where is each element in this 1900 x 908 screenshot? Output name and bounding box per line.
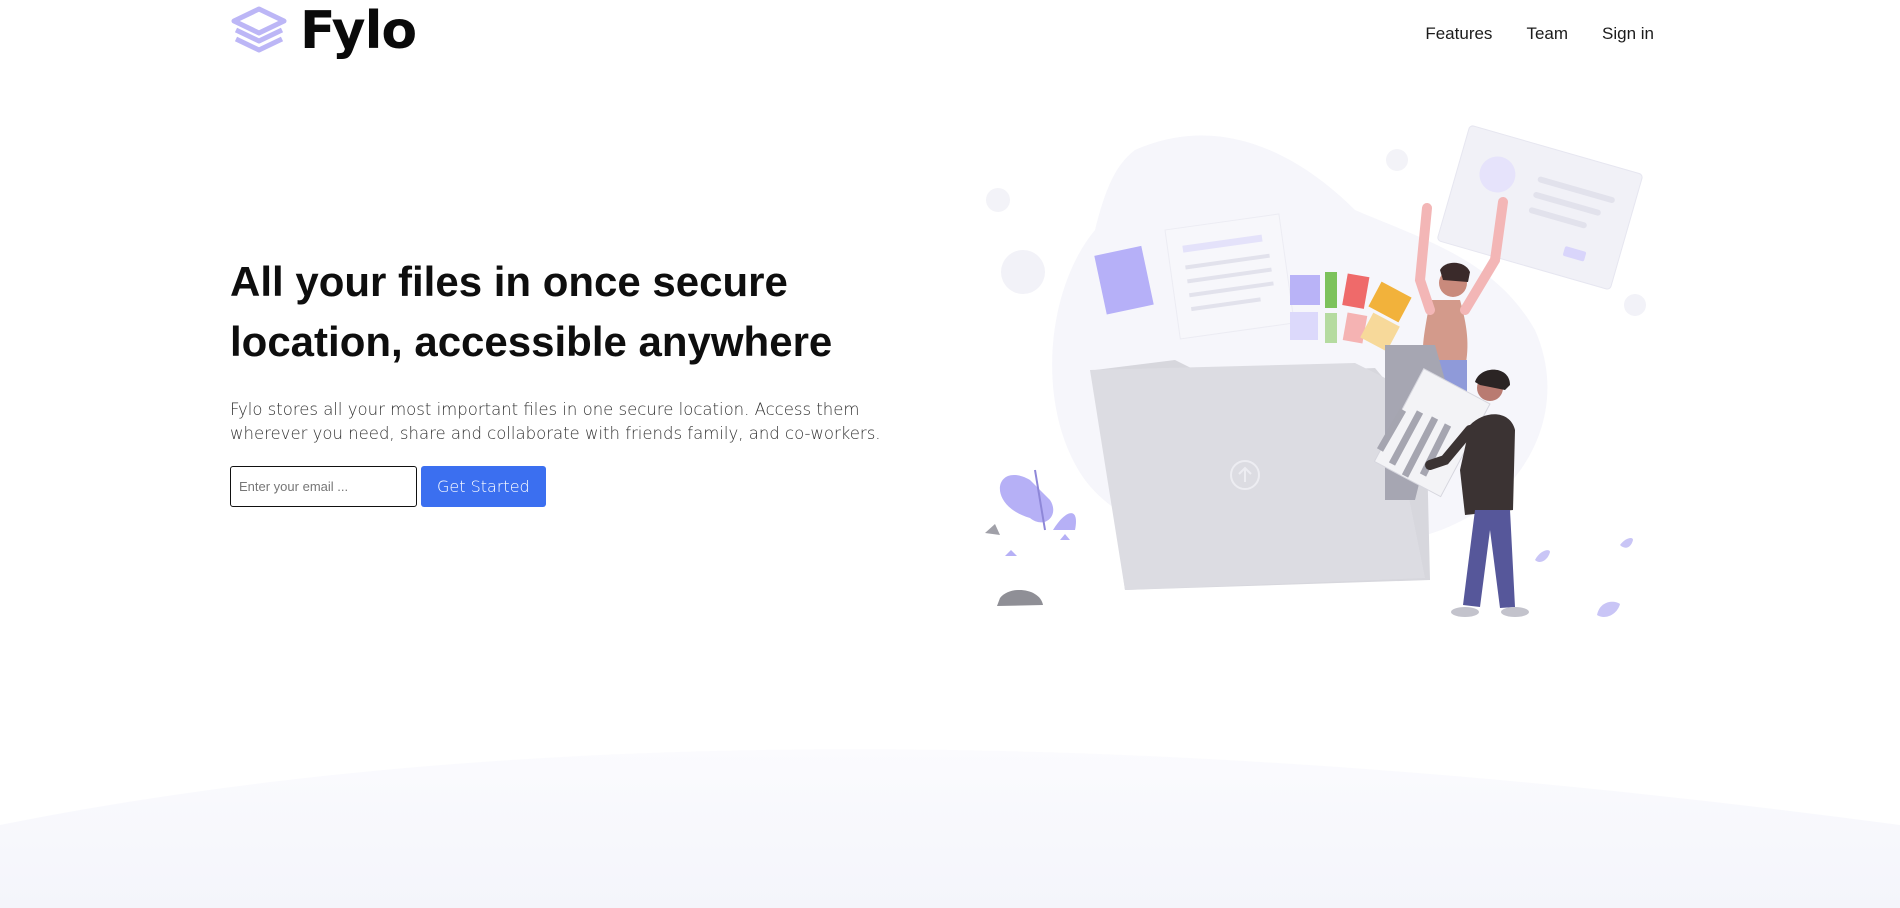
hero-section: All your files in once secure location, … [230,252,930,507]
hero-subtext: Fylo stores all your most important file… [230,400,881,443]
signup-form: Get Started [230,466,930,507]
main-nav: Features Team Sign in [1425,24,1654,44]
layers-icon [231,6,287,53]
brand-name: Fylo [300,1,417,61]
nav-features-link[interactable]: Features [1425,24,1492,44]
nav-sign-in-link[interactable]: Sign in [1602,24,1654,44]
brand-logo[interactable]: Fylo [230,1,417,61]
site-header: Fylo Features Team Sign in [230,0,1654,70]
email-input[interactable] [230,466,417,507]
get-started-button[interactable]: Get Started [421,466,546,507]
people-with-folder-illustration [985,125,1646,617]
bottom-curve-background [0,749,1900,908]
nav-team-link[interactable]: Team [1526,24,1568,44]
hero-headline: All your files in once secure location, … [230,258,833,365]
